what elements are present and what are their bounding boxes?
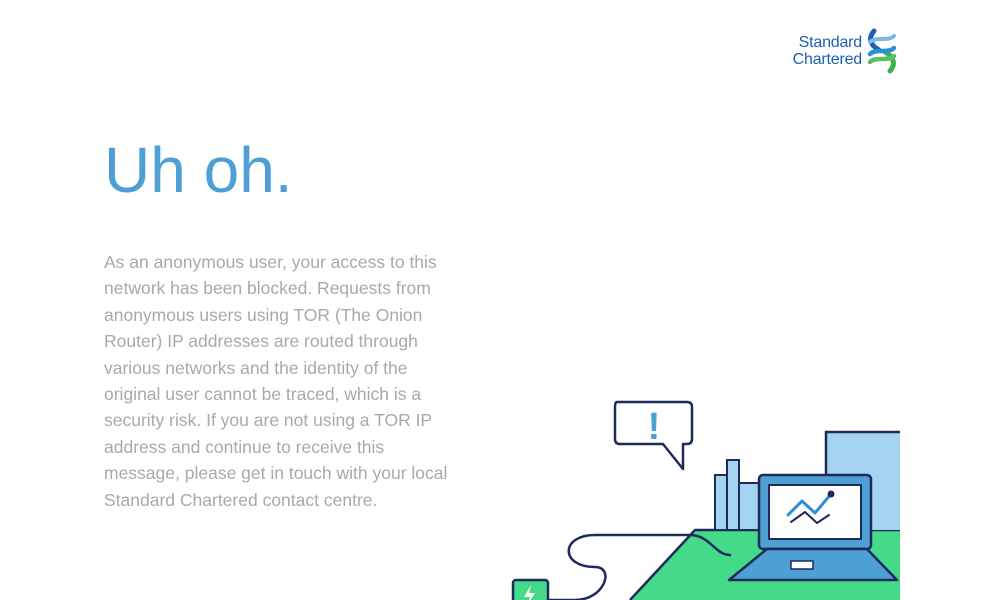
blocked-message: As an anonymous user, your access to thi… xyxy=(104,252,448,510)
alert-exclamation: ! xyxy=(648,406,661,448)
logo-wordmark: Standard Chartered xyxy=(792,34,863,68)
charger-icon xyxy=(511,578,550,600)
speech-bubble-icon: ! xyxy=(613,400,694,471)
standard-chartered-logo[interactable]: Standard Chartered xyxy=(780,28,898,74)
blocked-page: Standard Chartered Uh oh. As an anonymou… xyxy=(0,0,1000,600)
logo-line-2: Chartered xyxy=(792,51,863,68)
logo-symbol-icon xyxy=(867,28,897,74)
page-title: Uh oh. xyxy=(104,134,293,206)
blocked-illustration: ! xyxy=(511,400,900,600)
logo-line-1: Standard xyxy=(798,34,863,51)
